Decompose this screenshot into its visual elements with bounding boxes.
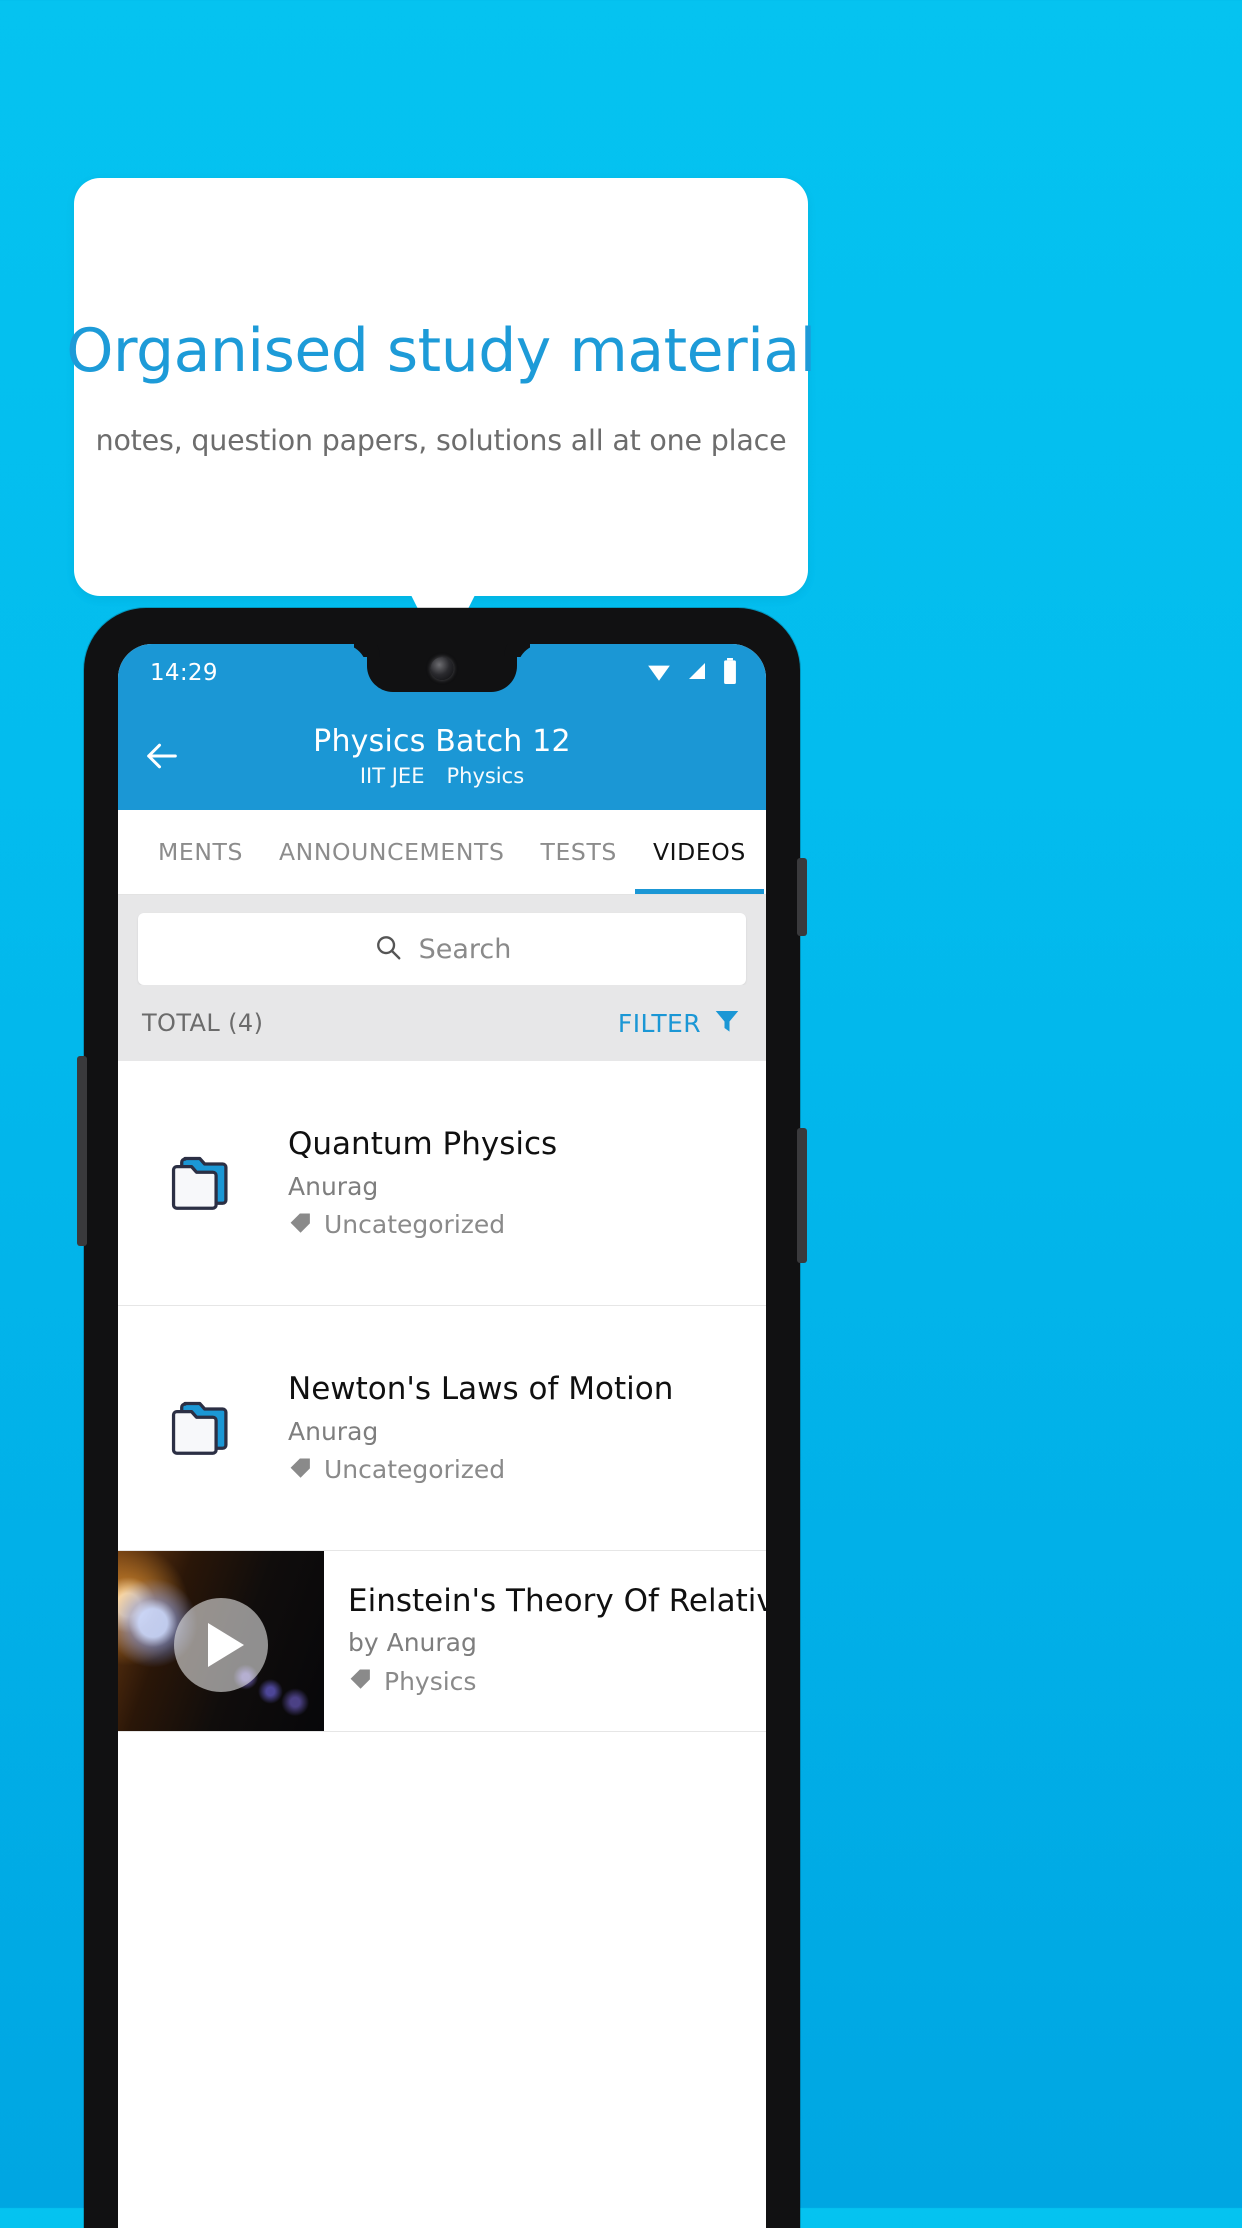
search-input[interactable]: Search: [138, 913, 746, 985]
tab-tests[interactable]: TESTS: [523, 810, 635, 894]
status-clock: 14:29: [150, 660, 218, 686]
tag-icon: [288, 1210, 314, 1240]
list-item-author: Anurag: [288, 1416, 379, 1446]
page-title: Physics Batch 12: [313, 723, 571, 759]
list-item-tagline: Physics: [348, 1666, 766, 1696]
front-camera: [430, 657, 454, 680]
tab-videos[interactable]: VIDEOS: [634, 810, 764, 894]
battery-icon: [722, 658, 738, 688]
app-bar-exam: IIT JEE: [359, 763, 425, 788]
app-bar-subject: Physics: [446, 763, 525, 788]
total-count-label: TOTAL (4): [142, 1009, 264, 1037]
folder-icon: [118, 1147, 288, 1219]
tab-bar: MENTS ANNOUNCEMENTS TESTS VIDEOS: [118, 810, 766, 895]
status-icons: [646, 644, 738, 702]
filter-label: FILTER: [617, 1008, 701, 1038]
tab-ments[interactable]: MENTS: [140, 810, 261, 894]
app-bar-subtitle: IIT JEE Physics: [360, 764, 524, 788]
phone-screen: 14:29 Physics Batch 12 IIT JEE Physics M…: [118, 644, 766, 2228]
list-item-tag: Uncategorized: [324, 1210, 506, 1240]
list-item[interactable]: Newton's Laws of Motion Anurag Uncategor…: [118, 1306, 766, 1551]
list-item-title: Quantum Physics: [288, 1126, 558, 1163]
app-bar: Physics Batch 12 IIT JEE Physics: [118, 702, 766, 810]
list-item-author: by Anurag: [348, 1628, 477, 1657]
search-area: Search: [118, 895, 766, 985]
list-item[interactable]: Einstein's Theory Of Relativity by Anura…: [118, 1551, 766, 1732]
phone-notch: [367, 644, 517, 692]
phone-volume-button[interactable]: [797, 1128, 807, 1263]
list-item-text: Einstein's Theory Of Relativity by Anura…: [324, 1551, 766, 1731]
list-item[interactable]: Quantum Physics Anurag Uncategorized: [118, 1061, 766, 1306]
list-item-tag: Uncategorized: [324, 1455, 506, 1485]
phone-power-button[interactable]: [797, 858, 807, 936]
back-arrow-icon[interactable]: [140, 734, 184, 778]
list-item-title: Newton's Laws of Motion: [288, 1371, 674, 1408]
list-item-text: Quantum Physics Anurag Uncategorized: [288, 1126, 766, 1240]
list-item-author: Anurag: [288, 1171, 379, 1201]
filter-funnel-icon: [712, 1006, 742, 1040]
promo-card: Organised study material notes, question…: [66, 178, 816, 596]
tag-icon: [288, 1455, 314, 1485]
search-placeholder: Search: [418, 933, 512, 965]
material-list: Quantum Physics Anurag Uncategorized New…: [118, 1061, 766, 1732]
phone-mockup: 14:29 Physics Batch 12 IIT JEE Physics M…: [77, 608, 807, 2228]
list-item-title: Einstein's Theory Of Relativity: [348, 1583, 766, 1619]
promo-title: Organised study material: [66, 315, 816, 386]
list-item-tag: Physics: [384, 1666, 477, 1696]
list-item-tagline: Uncategorized: [288, 1455, 750, 1485]
tag-icon: [348, 1666, 374, 1696]
signal-icon: [685, 659, 709, 687]
tab-announcements[interactable]: ANNOUNCEMENTS: [261, 810, 523, 894]
promo-subtitle: notes, question papers, solutions all at…: [95, 423, 787, 457]
folder-icon: [118, 1392, 288, 1464]
search-icon: [373, 932, 403, 966]
list-item-tagline: Uncategorized: [288, 1210, 750, 1240]
list-item-text: Newton's Laws of Motion Anurag Uncategor…: [288, 1371, 766, 1485]
wifi-icon: [646, 658, 672, 688]
video-thumbnail[interactable]: [118, 1551, 324, 1731]
list-toolbar: TOTAL (4) FILTER: [118, 985, 766, 1061]
play-icon[interactable]: [174, 1597, 268, 1692]
status-bar: 14:29: [118, 644, 766, 702]
filter-button[interactable]: FILTER: [618, 1006, 742, 1040]
phone-side-button-left[interactable]: [77, 1056, 87, 1246]
